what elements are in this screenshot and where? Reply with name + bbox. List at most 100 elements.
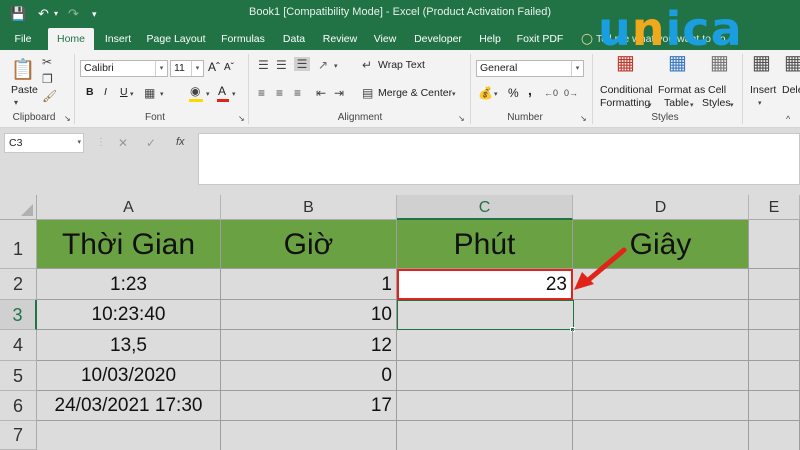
- column-header-e[interactable]: E: [749, 195, 800, 220]
- paste-dropdown-icon[interactable]: ▾: [14, 96, 18, 110]
- number-format-dropdown-icon[interactable]: ▾: [571, 61, 583, 76]
- cell-styles-dropdown-icon[interactable]: ▾: [730, 99, 734, 113]
- tab-review[interactable]: Review: [318, 28, 362, 50]
- cell-a7[interactable]: [37, 421, 221, 450]
- tab-insert[interactable]: Insert: [98, 28, 138, 50]
- increase-indent-icon[interactable]: ⇥: [334, 86, 344, 100]
- insert-function-icon[interactable]: fx: [176, 136, 185, 148]
- column-header-b[interactable]: B: [221, 195, 397, 220]
- clipboard-launcher-icon[interactable]: ↘: [64, 112, 71, 126]
- name-box[interactable]: C3 ▾: [4, 133, 84, 153]
- cell-b6[interactable]: 17: [221, 391, 397, 421]
- row-header-6[interactable]: 6: [0, 391, 37, 421]
- decrease-decimal-icon[interactable]: 0→: [564, 86, 578, 100]
- cell-c6[interactable]: [397, 391, 573, 421]
- borders-icon[interactable]: ▦: [144, 86, 155, 100]
- font-name-combo[interactable]: Calibri ▾: [80, 60, 168, 77]
- cell-c1[interactable]: Phút: [397, 220, 573, 269]
- cell-b2[interactable]: 1: [221, 269, 397, 300]
- cell-e5[interactable]: [749, 361, 800, 391]
- tab-file[interactable]: File: [8, 28, 38, 50]
- tab-data[interactable]: Data: [276, 28, 312, 50]
- percent-style-button[interactable]: %: [508, 86, 519, 100]
- formula-input[interactable]: [198, 133, 800, 185]
- row-header-2[interactable]: 2: [0, 269, 37, 300]
- decrease-indent-icon[interactable]: ⇤: [316, 86, 326, 100]
- row-header-4[interactable]: 4: [0, 330, 37, 361]
- cell-c2[interactable]: 23: [397, 269, 573, 300]
- cell-b4[interactable]: 12: [221, 330, 397, 361]
- column-header-d[interactable]: D: [573, 195, 749, 220]
- align-bottom-icon[interactable]: ☰: [294, 57, 310, 71]
- font-name-dropdown-icon[interactable]: ▾: [155, 61, 167, 76]
- borders-dropdown-icon[interactable]: ▾: [160, 88, 164, 102]
- increase-font-icon[interactable]: Aˆ: [208, 60, 220, 74]
- tab-developer[interactable]: Developer: [408, 28, 468, 50]
- cell-styles-label[interactable]: Styles: [702, 97, 731, 109]
- column-header-a[interactable]: A: [37, 195, 221, 220]
- comma-style-button[interactable]: ,: [528, 82, 532, 98]
- cell-d3[interactable]: [573, 300, 749, 330]
- cell-d5[interactable]: [573, 361, 749, 391]
- cancel-icon[interactable]: ✕: [118, 136, 128, 150]
- cell-styles-icon[interactable]: ▦: [710, 53, 729, 73]
- orientation-dropdown-icon[interactable]: ▾: [334, 60, 338, 74]
- conditional-label[interactable]: Conditional: [600, 84, 653, 96]
- conditional-dropdown-icon[interactable]: ▾: [648, 99, 652, 113]
- formatting-label[interactable]: Formatting: [600, 97, 650, 109]
- wrap-text-icon[interactable]: ↵: [362, 58, 372, 72]
- insert-cells-icon[interactable]: ▦: [752, 53, 771, 73]
- merge-center-icon[interactable]: ▤: [362, 86, 373, 100]
- fill-color-dropdown-icon[interactable]: ▾: [206, 88, 210, 102]
- cut-icon[interactable]: ✂: [42, 55, 52, 69]
- cell-b3[interactable]: 10: [221, 300, 397, 330]
- cell-a6[interactable]: 24/03/2021 17:30: [37, 391, 221, 421]
- font-color-dropdown-icon[interactable]: ▾: [232, 88, 236, 102]
- insert-dropdown-icon[interactable]: ▾: [758, 97, 762, 111]
- decrease-font-icon[interactable]: Aˇ: [224, 62, 234, 73]
- number-launcher-icon[interactable]: ↘: [580, 112, 587, 126]
- enter-icon[interactable]: ✓: [146, 136, 156, 150]
- row-header-1[interactable]: 1: [0, 220, 37, 269]
- format-as-label[interactable]: Format as: [658, 84, 705, 96]
- format-painter-icon[interactable]: 🖌: [42, 89, 57, 103]
- cell-e4[interactable]: [749, 330, 800, 361]
- cell-d4[interactable]: [573, 330, 749, 361]
- paste-icon[interactable]: 📋: [10, 56, 36, 84]
- cell-a1[interactable]: Thời Gian: [37, 220, 221, 269]
- cell-b5[interactable]: 0: [221, 361, 397, 391]
- cell-c3[interactable]: [397, 300, 574, 330]
- cell-a5[interactable]: 10/03/2020: [37, 361, 221, 391]
- increase-decimal-icon[interactable]: ←0: [544, 86, 558, 100]
- align-middle-icon[interactable]: ☰: [276, 58, 287, 72]
- italic-button[interactable]: I: [104, 86, 107, 98]
- cell-e1[interactable]: [749, 220, 800, 269]
- tab-foxit-pdf[interactable]: Foxit PDF: [512, 28, 568, 50]
- row-header-3[interactable]: 3: [0, 300, 37, 330]
- insert-cells-button[interactable]: Insert: [750, 84, 776, 96]
- cell-e6[interactable]: [749, 391, 800, 421]
- font-size-dropdown-icon[interactable]: ▾: [191, 61, 203, 76]
- paste-label[interactable]: Paste: [11, 84, 38, 96]
- underline-dropdown-icon[interactable]: ▾: [130, 88, 134, 102]
- select-all-button[interactable]: [0, 195, 37, 220]
- accounting-format-icon[interactable]: 💰: [478, 86, 493, 100]
- alignment-launcher-icon[interactable]: ↘: [458, 112, 465, 126]
- cell-a4[interactable]: 13,5: [37, 330, 221, 361]
- align-left-icon[interactable]: ≡: [258, 86, 265, 100]
- tab-view[interactable]: View: [368, 28, 402, 50]
- tab-help[interactable]: Help: [474, 28, 506, 50]
- conditional-formatting-icon[interactable]: ▦: [616, 53, 635, 73]
- collapse-ribbon-icon[interactable]: ^: [786, 112, 790, 126]
- font-color-icon[interactable]: A: [218, 84, 226, 98]
- cell-d6[interactable]: [573, 391, 749, 421]
- tab-home[interactable]: Home: [48, 28, 94, 50]
- merge-dropdown-icon[interactable]: ▾: [452, 88, 456, 102]
- align-right-icon[interactable]: ≡: [294, 86, 301, 100]
- orientation-icon[interactable]: ↗: [318, 58, 328, 72]
- merge-center-button[interactable]: Merge & Center: [378, 87, 452, 99]
- cell-d7[interactable]: [573, 421, 749, 450]
- cell-b1[interactable]: Giờ: [221, 220, 397, 269]
- tab-formulas[interactable]: Formulas: [216, 28, 270, 50]
- row-header-5[interactable]: 5: [0, 361, 37, 391]
